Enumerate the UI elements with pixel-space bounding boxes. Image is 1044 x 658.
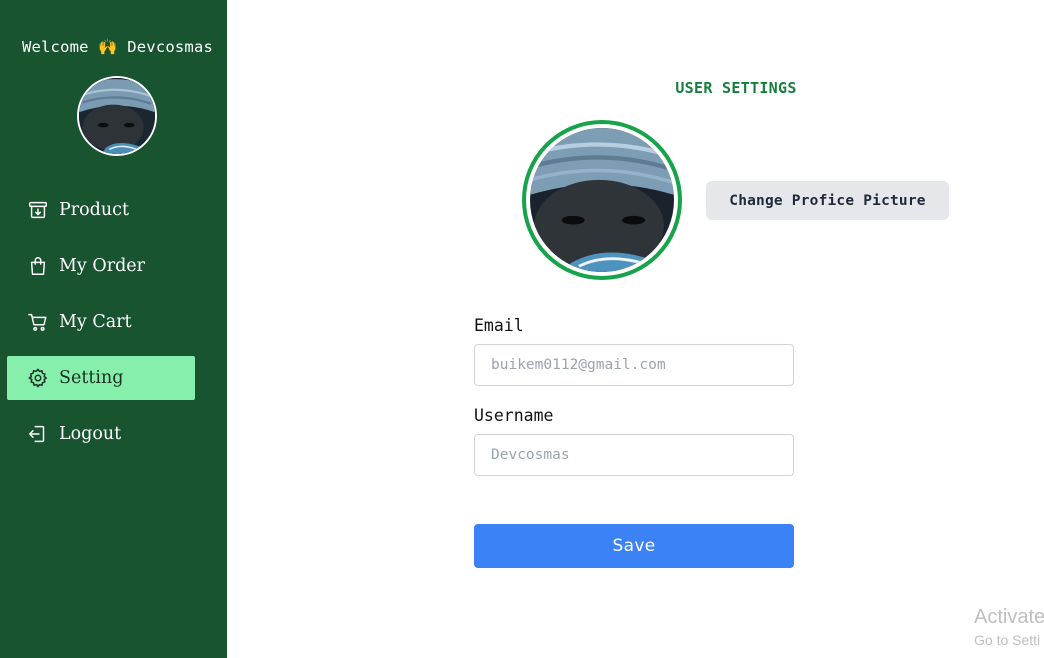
gear-icon [27, 367, 49, 389]
email-label: Email [474, 316, 524, 335]
sidebar-item-product[interactable]: Product [7, 188, 195, 232]
welcome-text: Welcome 🙌 Devcosmas [21, 38, 214, 56]
shopping-cart-icon [27, 311, 49, 333]
sidebar-item-label: Product [59, 200, 129, 220]
sidebar-item-label: Logout [59, 424, 122, 444]
sidebar-item-setting[interactable]: Setting [7, 356, 195, 400]
shopping-bag-icon [27, 255, 49, 277]
activate-windows-watermark: Activate [974, 606, 1044, 628]
logout-icon [27, 423, 49, 445]
change-profile-picture-button[interactable]: Change Profice Picture [706, 181, 949, 220]
profile-picture [522, 120, 682, 280]
sidebar-item-label: My Order [59, 256, 146, 276]
activate-windows-subtext: Go to Setti [974, 632, 1041, 648]
save-button[interactable]: Save [474, 524, 794, 568]
page-title: USER SETTINGS [675, 79, 797, 97]
sidebar-item-my-cart[interactable]: My Cart [7, 300, 195, 344]
username-label: Username [474, 406, 554, 425]
avatar [77, 76, 157, 156]
username-field[interactable] [474, 434, 794, 476]
email-field[interactable] [474, 344, 794, 386]
sidebar-item-logout[interactable]: Logout [7, 412, 195, 456]
sidebar-item-label: Setting [59, 368, 124, 388]
archive-box-icon [27, 199, 49, 221]
sidebar-item-my-order[interactable]: My Order [7, 244, 195, 288]
sidebar-item-label: My Cart [59, 312, 132, 332]
sidebar: Welcome 🙌 Devcosmas Product My Order My … [0, 0, 227, 658]
